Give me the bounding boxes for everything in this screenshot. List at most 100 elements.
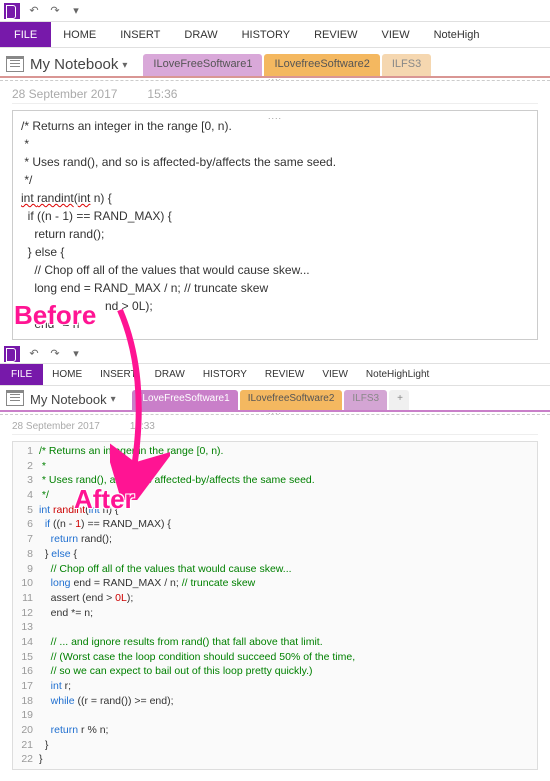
line-number: 8 [13,547,39,562]
page-date: 28 September 2017 [12,87,117,101]
add-section-tab[interactable]: + [389,390,409,410]
tab-view[interactable]: VIEW [369,22,421,47]
line-number: 22 [13,752,39,767]
code-line: // Chop off all of the values that would… [21,261,529,279]
code-line: * [21,135,529,153]
tab-notehighlight[interactable]: NoteHigh [422,22,492,47]
undo-icon[interactable]: ↶ [25,2,43,20]
ribbon: FILE HOME INSERT DRAW HISTORY REVIEW VIE… [0,22,550,48]
tab-home[interactable]: HOME [51,22,108,47]
tab-file[interactable]: FILE [0,364,43,385]
onenote-logo-icon [4,346,20,362]
undo-icon[interactable]: ↶ [25,345,43,363]
onenote-window-before: ↶ ↷ ▾ FILE HOME INSERT DRAW HISTORY REVI… [0,0,550,344]
code-line: end *= n [21,315,529,333]
code-text: end *= n; [39,606,93,621]
qat-dropdown-icon[interactable]: ▾ [67,2,85,20]
tab-insert[interactable]: INSERT [108,22,172,47]
code-text: /* Returns an integer in the range [0, n… [39,444,223,459]
tab-draw[interactable]: DRAW [146,364,194,385]
onenote-window-after: ↶ ↷ ▾ FILE HOME INSERT DRAW HISTORY REVI… [0,344,550,774]
line-number: 13 [13,620,39,635]
date-time-row: 28 September 2017 15:33 [12,421,538,435]
code-text: */ [39,488,49,503]
tab-history[interactable]: HISTORY [194,364,256,385]
line-number: 20 [13,723,39,738]
onenote-logo-icon [4,3,20,19]
tab-draw[interactable]: DRAW [172,22,229,47]
drag-handle-icon[interactable]: .... [268,110,282,124]
line-number: 10 [13,576,39,591]
page-date: 28 September 2017 [12,421,100,432]
code-line: 7 return rand(); [13,532,537,547]
code-text: return r % n; [39,723,108,738]
code-line: 12 end *= n; [13,606,537,621]
line-number: 9 [13,562,39,577]
tab-history[interactable]: HISTORY [230,22,303,47]
code-line: * Uses rand(), and so is affected-by/aff… [21,153,529,171]
section-tab-3[interactable]: ILFS3 [382,54,431,76]
code-line: int randint(int n) { [21,189,529,207]
code-text: } [39,738,48,753]
line-number: 5 [13,503,39,518]
code-text: if ((n - 1) == RAND_MAX) { [39,517,171,532]
line-number: 14 [13,635,39,650]
code-text: } else { [39,547,77,562]
notebook-title[interactable]: My Notebook [30,392,107,407]
page-content-after[interactable]: 28 September 2017 15:33 1/* Returns an i… [0,415,550,774]
code-line: 1/* Returns an integer in the range [0, … [13,444,537,459]
before-label: Before [14,300,96,331]
code-text: // so we can expect to bail out of this … [39,664,313,679]
redo-icon[interactable]: ↷ [46,2,64,20]
tab-review[interactable]: REVIEW [302,22,369,47]
code-line: 9 // Chop off all of the values that wou… [13,562,537,577]
code-line: } else { [21,243,529,261]
redo-icon[interactable]: ↷ [46,345,64,363]
page-time: 15:36 [147,87,177,101]
ruler [0,78,550,81]
tab-insert[interactable]: INSERT [91,364,146,385]
section-tab-1[interactable]: ILoveFreeSoftware1 [143,54,262,76]
code-line: 18 while ((r = rand()) >= end); [13,694,537,709]
after-label: After [74,484,135,515]
code-line: 6 if ((n - 1) == RAND_MAX) { [13,517,537,532]
notebook-icon[interactable] [6,56,24,72]
code-line: 20 return r % n; [13,723,537,738]
code-line: 15 // (Worst case the loop condition sho… [13,650,537,665]
notebook-title[interactable]: My Notebook [30,56,118,73]
notebook-icon[interactable] [6,390,24,406]
notebook-dropdown-icon[interactable]: ▾ [111,394,116,405]
code-text: // Chop off all of the values that would… [39,562,292,577]
code-line: if ((n - 1) == RAND_MAX) { [21,207,529,225]
tab-home[interactable]: HOME [43,364,91,385]
code-text: long end = RAND_MAX / n; // truncate ske… [39,576,255,591]
code-text: int r; [39,679,71,694]
tab-notehighlight[interactable]: NoteHighLight [357,364,438,385]
line-number: 6 [13,517,39,532]
ruler [0,412,550,415]
line-number: 21 [13,738,39,753]
code-text: * [39,459,46,474]
code-line: 11 assert (end > 0L); [13,591,537,606]
code-line: 17 int r; [13,679,537,694]
code-line: long end = RAND_MAX / n; // truncate ske… [21,279,529,297]
code-line: return rand(); [21,225,529,243]
qat-dropdown-icon[interactable]: ▾ [67,345,85,363]
code-line: 19 [13,708,537,723]
tab-file[interactable]: FILE [0,22,51,47]
code-line: 16 // so we can expect to bail out of th… [13,664,537,679]
code-text: while ((r = rand()) >= end); [39,694,174,709]
section-tab-3[interactable]: ILFS3 [344,390,387,410]
section-tab-1[interactable]: ILoveFreeSoftware1 [132,390,238,410]
code-text: // ... and ignore results from rand() th… [39,635,323,650]
ribbon: FILE HOME INSERT DRAW HISTORY REVIEW VIE… [0,364,550,386]
code-text: // (Worst case the loop condition should… [39,650,355,665]
tab-review[interactable]: REVIEW [256,364,313,385]
section-tab-2[interactable]: ILovefreeSoftware2 [240,390,343,410]
line-number: 2 [13,459,39,474]
quick-access-toolbar: ↶ ↷ ▾ [0,344,550,364]
notebook-dropdown-icon[interactable]: ▾ [122,60,127,71]
line-number: 1 [13,444,39,459]
tab-view[interactable]: VIEW [313,364,357,385]
line-number: 7 [13,532,39,547]
